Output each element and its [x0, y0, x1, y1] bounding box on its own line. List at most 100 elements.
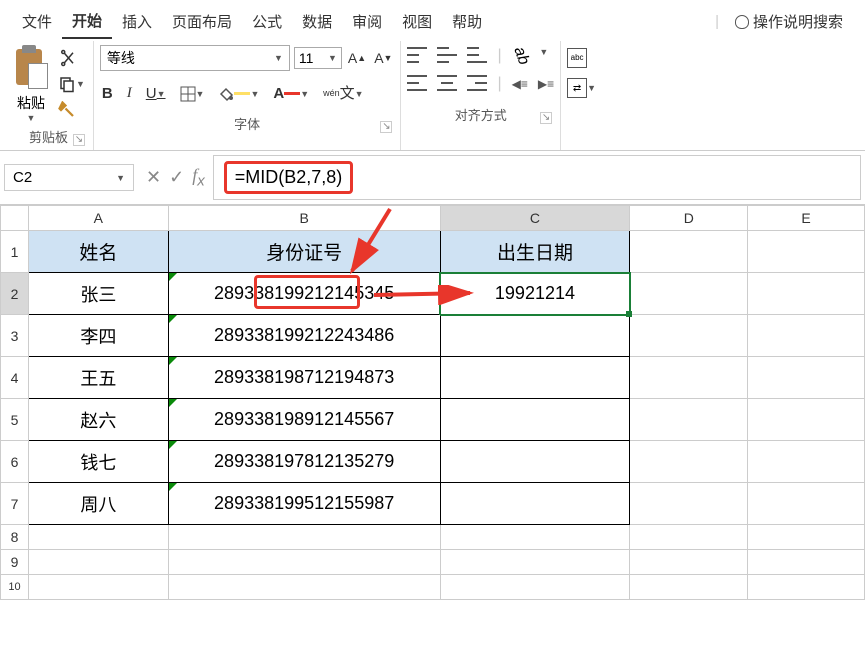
align-middle-button[interactable] — [437, 47, 457, 63]
fill-color-button[interactable]: ▼ — [218, 86, 259, 102]
cell-C7[interactable] — [440, 483, 630, 525]
decrease-indent-button[interactable]: ◀≡ — [512, 75, 528, 93]
cell-D7[interactable] — [630, 483, 748, 525]
cut-button[interactable] — [58, 49, 85, 67]
cell-B9[interactable] — [168, 550, 440, 575]
tab-review[interactable]: 审阅 — [342, 5, 392, 38]
fx-icon[interactable]: fx — [192, 165, 205, 190]
cell-A3[interactable]: 李四 — [28, 315, 168, 357]
phonetic-button[interactable]: wén文 ▼ — [323, 86, 363, 101]
cell-D8[interactable] — [630, 525, 748, 550]
col-header-B[interactable]: B — [168, 206, 440, 231]
cell-A10[interactable] — [28, 575, 168, 600]
decrease-font-button[interactable]: A▼ — [372, 50, 394, 66]
cell-E1[interactable] — [748, 231, 865, 273]
cell-A2[interactable]: 张三 — [28, 273, 168, 315]
cell-B8[interactable] — [168, 525, 440, 550]
row-header-5[interactable]: 5 — [1, 399, 29, 441]
accept-formula-button[interactable]: ✓ — [169, 167, 184, 188]
col-header-E[interactable]: E — [748, 206, 865, 231]
cell-E3[interactable] — [748, 315, 865, 357]
cell-C10[interactable] — [440, 575, 630, 600]
cell-C1[interactable]: 出生日期 — [440, 231, 630, 273]
copy-button[interactable]: ▼ — [58, 75, 85, 93]
cell-E7[interactable] — [748, 483, 865, 525]
cell-D3[interactable] — [630, 315, 748, 357]
tab-data[interactable]: 数据 — [292, 5, 342, 38]
cell-E10[interactable] — [748, 575, 865, 600]
cell-D6[interactable] — [630, 441, 748, 483]
tab-insert[interactable]: 插入 — [112, 5, 162, 38]
clipboard-launcher[interactable]: ↘ — [73, 134, 85, 146]
row-header-10[interactable]: 10 — [1, 575, 29, 600]
cell-A8[interactable] — [28, 525, 168, 550]
borders-button[interactable]: ▼ — [180, 86, 205, 102]
align-bottom-button[interactable] — [467, 47, 487, 63]
orientation-button[interactable]: ab — [509, 45, 532, 68]
cell-D1[interactable] — [630, 231, 748, 273]
cell-C5[interactable] — [440, 399, 630, 441]
name-box[interactable]: C2▼ — [4, 164, 134, 191]
row-header-1[interactable]: 1 — [1, 231, 29, 273]
cell-D9[interactable] — [630, 550, 748, 575]
cell-B2[interactable]: 289338199212145345 — [168, 273, 440, 315]
tab-formulas[interactable]: 公式 — [242, 5, 292, 38]
tab-file[interactable]: 文件 — [12, 5, 62, 38]
tab-home[interactable]: 开始 — [62, 4, 112, 39]
cell-B7[interactable]: 289338199512155987 — [168, 483, 440, 525]
cell-D10[interactable] — [630, 575, 748, 600]
cell-C4[interactable] — [440, 357, 630, 399]
cell-B1[interactable]: 身份证号 — [168, 231, 440, 273]
row-header-6[interactable]: 6 — [1, 441, 29, 483]
cell-C8[interactable] — [440, 525, 630, 550]
cell-B6[interactable]: 289338197812135279 — [168, 441, 440, 483]
align-top-button[interactable] — [407, 47, 427, 63]
align-right-button[interactable] — [467, 75, 487, 91]
increase-indent-button[interactable]: ▶≡ — [538, 75, 554, 93]
row-header-4[interactable]: 4 — [1, 357, 29, 399]
bold-button[interactable]: B — [102, 85, 113, 102]
col-header-C[interactable]: C — [440, 206, 630, 231]
cell-A4[interactable]: 王五 — [28, 357, 168, 399]
paste-button[interactable]: 粘贴 ▼ — [10, 45, 52, 123]
cell-E9[interactable] — [748, 550, 865, 575]
font-size-select[interactable]: 11▼ — [294, 47, 342, 69]
cell-C9[interactable] — [440, 550, 630, 575]
cell-A5[interactable]: 赵六 — [28, 399, 168, 441]
font-color-button[interactable]: A ▼ — [273, 85, 309, 102]
merge-button[interactable]: ⇄ ▼ — [567, 78, 596, 98]
alignment-launcher[interactable]: ↘ — [540, 112, 552, 124]
select-all-corner[interactable] — [1, 206, 29, 231]
align-center-button[interactable] — [437, 75, 457, 91]
cell-A1[interactable]: 姓名 — [28, 231, 168, 273]
tab-page-layout[interactable]: 页面布局 — [162, 5, 242, 38]
format-painter-button[interactable] — [58, 101, 85, 119]
cell-B5[interactable]: 289338198912145567 — [168, 399, 440, 441]
cell-B10[interactable] — [168, 575, 440, 600]
row-header-9[interactable]: 9 — [1, 550, 29, 575]
spreadsheet-grid[interactable]: A B C D E 1 姓名 身份证号 出生日期 2 张三 2893381992… — [0, 205, 865, 600]
wrap-text-button[interactable]: abc — [567, 48, 587, 68]
col-header-D[interactable]: D — [630, 206, 748, 231]
cell-E5[interactable] — [748, 399, 865, 441]
row-header-3[interactable]: 3 — [1, 315, 29, 357]
cell-E4[interactable] — [748, 357, 865, 399]
cell-D2[interactable] — [630, 273, 748, 315]
cell-C6[interactable] — [440, 441, 630, 483]
formula-input[interactable]: =MID(B2,7,8) — [213, 155, 861, 200]
increase-font-button[interactable]: A▲ — [346, 50, 368, 66]
cell-D5[interactable] — [630, 399, 748, 441]
cell-B4[interactable]: 289338198712194873 — [168, 357, 440, 399]
cell-C3[interactable] — [440, 315, 630, 357]
tab-help[interactable]: 帮助 — [442, 5, 492, 38]
cell-E6[interactable] — [748, 441, 865, 483]
align-left-button[interactable] — [407, 75, 427, 91]
underline-button[interactable]: U ▼ — [146, 85, 166, 102]
row-header-7[interactable]: 7 — [1, 483, 29, 525]
cell-A9[interactable] — [28, 550, 168, 575]
cell-A6[interactable]: 钱七 — [28, 441, 168, 483]
cell-B3[interactable]: 289338199212243486 — [168, 315, 440, 357]
row-header-2[interactable]: 2 — [1, 273, 29, 315]
font-launcher[interactable]: ↘ — [380, 121, 392, 133]
tell-me[interactable]: 操作说明搜索 — [725, 5, 853, 38]
